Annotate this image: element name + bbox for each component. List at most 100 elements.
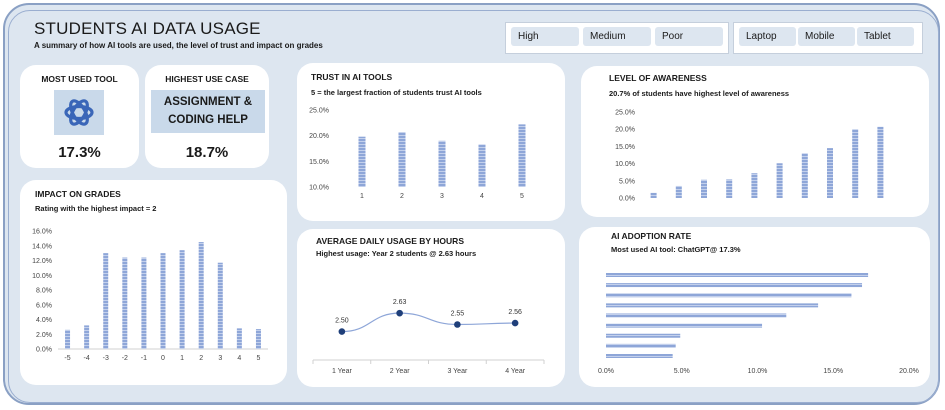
kpi-most-used-tool-card: MOST USED TOOL 17.3% [20,65,139,168]
y-tick-label: 0.0% [619,196,635,203]
usage-series-line [341,312,516,333]
kpi-highest-use-case-card: HIGHEST USE CASE ASSIGNMENT & CODING HEL… [145,65,269,168]
x-tick-label: 4 [480,193,484,200]
y-tick-label: 6.0% [36,302,52,309]
usage-data-label: 2.56 [508,309,522,316]
level-slicer: High Medium Poor [505,22,729,54]
slicer-medium[interactable]: Medium [583,27,651,46]
use-case-line-1: ASSIGNMENT & [163,96,253,108]
x-tick-label: 3 Year [447,368,468,375]
chatgpt-logo-icon [54,90,104,135]
bar [606,283,863,288]
usage-point [396,309,403,317]
bar [606,293,852,298]
bar [606,313,787,318]
kpi-most-used-tool-value: 17.3% [58,144,101,161]
y-tick-label: 4.0% [36,317,52,324]
bar [217,262,223,349]
adoption-card: AI ADOPTION RATE Most used AI tool: Chat… [579,227,930,387]
y-tick-label: 25.0% [309,108,329,115]
bar [650,192,657,198]
awareness-card: LEVEL OF AWARENESS 20.7% of students hav… [581,66,929,217]
bar [827,148,833,198]
y-tick-label: 20.0% [615,127,635,134]
bar [606,354,673,358]
slicer-laptop[interactable]: Laptop [739,27,796,46]
use-case-line-2: CODING HELP [168,114,248,126]
use-case-box: ASSIGNMENT & CODING HELP [151,90,265,133]
bar [606,303,819,308]
x-tick-label: -2 [122,355,128,362]
bar [398,132,406,187]
grades-card: IMPACT ON GRADES Rating with the highest… [20,180,287,385]
usage-data-label: 2.55 [451,311,465,318]
y-tick-label: 2.0% [36,332,52,339]
x-tick-label: 10.0% [748,368,768,375]
y-tick-label: 10.0% [615,161,635,168]
bar [122,257,128,349]
x-tick-label: 15.0% [823,368,843,375]
bar [438,140,446,187]
x-tick-label: 5.0% [674,368,690,375]
y-tick-label: 20.0% [309,133,329,140]
usage-point [511,319,519,327]
slicer-tablet[interactable]: Tablet [857,27,914,46]
bar [801,153,808,198]
trust-chart: 10.0% 15.0% 20.0% 25.0% 1 2 3 4 5 [309,108,526,200]
slicer-poor[interactable]: Poor [655,27,723,46]
y-tick-label: 10.0% [32,273,52,280]
x-tick-label: 3 [440,193,444,200]
kpi-highest-use-case-title: HIGHEST USE CASE [165,74,249,84]
bar [141,257,147,349]
trust-card: TRUST IN AI TOOLS 5 = the largest fracti… [297,63,565,221]
bar [606,343,676,348]
kpi-highest-use-case-value: 18.7% [185,144,229,161]
y-tick-label: 25.0% [615,110,635,117]
bar [675,185,682,198]
y-tick-label: 10.0% [309,185,329,192]
bar [103,253,109,349]
grades-chart: 0.0% 2.0% 4.0% 6.0% 8.0% 10.0% 12.0% 14.0% 16.0%… [32,229,268,362]
x-tick-label: -1 [141,355,147,362]
adoption-chart: 0.0% 5.0% 10.0% 15.0% 20.0% [598,273,919,375]
dashboard-subtitle: A summary of how AI tools are used, the … [34,41,323,50]
dashboard-title: STUDENTS AI DATA USAGE [34,19,261,38]
y-tick-label: 16.0% [32,229,52,236]
x-tick-label: -5 [64,355,70,362]
y-tick-label: 14.0% [32,243,52,250]
x-tick-label: 4 Year [505,368,526,375]
x-tick-label: 5 [520,193,524,200]
bar [65,329,71,349]
slicer-high[interactable]: High [511,27,579,46]
x-tick-label: -3 [103,355,109,362]
bar [776,163,783,198]
bar [179,250,185,349]
y-tick-label: 12.0% [32,258,52,265]
x-tick-label: 1 [360,193,364,200]
bar [160,253,166,349]
x-tick-label: 2 [400,193,404,200]
bar [606,273,869,277]
slicer-mobile[interactable]: Mobile [798,27,855,46]
x-tick-label: 2 [199,355,203,362]
x-tick-label: 3 [218,355,222,362]
bar [726,179,733,198]
usage-point [338,328,346,335]
y-tick-label: 15.0% [615,144,635,151]
bar [198,242,204,349]
y-tick-label: 15.0% [309,159,329,166]
usage-point [454,321,461,328]
x-tick-label: -4 [84,355,90,362]
x-tick-label: 20.0% [899,368,919,375]
usage-chart: 2.50 1 Year 2.63 2 Year 2.55 3 Year 2.56 4 Year [312,299,545,375]
bar [255,329,261,349]
x-tick-label: 0 [161,355,165,362]
y-tick-label: 8.0% [36,288,52,295]
x-tick-label: 4 [237,355,241,362]
x-tick-label: 1 [180,355,184,362]
bar [478,144,486,187]
bar [236,328,242,349]
bar [751,173,758,198]
awareness-chart: 0.0% 5.0% 10.0% 15.0% 20.0% 25.0% [615,110,884,203]
bar [701,179,707,198]
